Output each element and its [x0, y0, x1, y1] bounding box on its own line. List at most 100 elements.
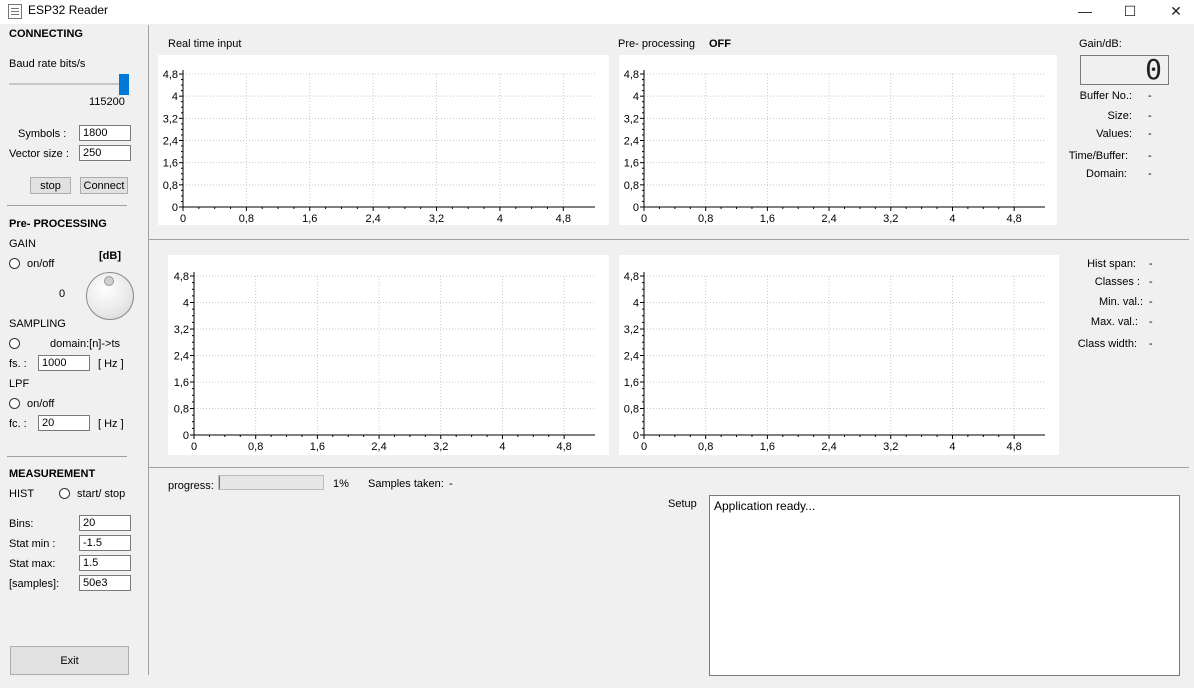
minimize-button[interactable]: — [1062, 0, 1108, 22]
classes-value: - [1149, 276, 1153, 288]
y-tick-label: 0,8 [624, 404, 639, 416]
x-tick-label: 3,2 [429, 213, 444, 225]
x-tick-label: 4 [949, 441, 955, 453]
samples-input[interactable]: 50e3 [79, 575, 131, 591]
baud-slider-handle[interactable] [119, 74, 129, 95]
samples-taken-label: Samples taken: [368, 478, 444, 490]
domain-info-label: Domain: [1086, 168, 1127, 180]
buffer-no-label: Buffer No.: [1079, 90, 1132, 102]
x-tick-label: 4 [949, 213, 955, 225]
separator [7, 205, 127, 206]
y-tick-label: 4,8 [624, 271, 639, 283]
x-tick-label: 0,8 [698, 213, 713, 225]
gain-value: 0 [59, 288, 66, 300]
y-tick-label: 4 [633, 298, 639, 310]
histogram-plot-left: 0 0,8 1,6 2,4 3,2 4 4,8 0 0,8 1,6 2,4 3,2 4 4,8 [168, 255, 609, 455]
x-tick-label: 3,2 [883, 441, 898, 453]
y-tick-label: 4,8 [624, 69, 639, 81]
x-tick-label: 1,6 [760, 213, 775, 225]
x-tick-label: 1,6 [310, 441, 325, 453]
lpf-onoff-radio[interactable] [9, 398, 20, 409]
maximize-button[interactable]: ☐ [1107, 0, 1153, 22]
y-tick-label: 3,2 [174, 324, 189, 336]
gain-lcd-display: 0 [1080, 55, 1169, 85]
preprocessing-heading: Pre- PROCESSING [9, 218, 107, 230]
y-tick-label: 2,4 [174, 351, 189, 363]
gain-lcd-value: 0 [1145, 53, 1162, 86]
preprocessing-plot: 0 0,8 1,6 2,4 3,2 4 4,8 0 0,8 1,6 2,4 3,2 4 4,8 [619, 55, 1057, 225]
close-button[interactable]: ✕ [1153, 0, 1194, 22]
stat-min-input[interactable]: -1.5 [79, 535, 131, 551]
y-tick-label: 4 [172, 91, 178, 103]
x-tick-label: 0,8 [248, 441, 263, 453]
vector-size-label: Vector size : [9, 148, 69, 160]
bins-label: Bins: [9, 518, 34, 530]
log-textarea[interactable]: Application ready... [709, 495, 1180, 676]
gain-onoff-radio[interactable] [9, 258, 20, 269]
baud-rate-label: Baud rate bits/s [9, 58, 86, 70]
max-val-label: Max. val.: [1090, 316, 1138, 328]
separator [7, 456, 127, 457]
sampling-label: SAMPLING [9, 318, 66, 330]
progress-label: progress: [168, 480, 214, 492]
x-tick-label: 1,6 [302, 213, 317, 225]
fs-input[interactable]: 1000 [38, 355, 90, 371]
progress-fill [219, 476, 220, 489]
stat-min-label: Stat min : [9, 538, 56, 550]
x-tick-label: 3,2 [883, 213, 898, 225]
gain-dial[interactable] [86, 272, 134, 320]
x-tick-label: 2,4 [821, 213, 836, 225]
window-title: ESP32 Reader [28, 3, 109, 17]
title-bar [0, 0, 1194, 24]
histogram-plot-right: 0 0,8 1,6 2,4 3,2 4 4,8 0 0,8 1,6 2,4 3,2 4 4,8 [619, 255, 1059, 455]
domain-radio[interactable] [9, 338, 20, 349]
y-tick-label: 2,4 [163, 136, 178, 148]
symbols-input[interactable]: 1800 [79, 125, 131, 141]
y-tick-label: 0,8 [174, 404, 189, 416]
x-tick-label: 4 [497, 213, 503, 225]
class-width-value: - [1149, 338, 1153, 350]
hist-label: HIST [9, 488, 35, 500]
progress-percent: 1% [333, 478, 349, 490]
bins-input[interactable]: 20 [79, 515, 131, 531]
domain-label: domain:[n]->ts [50, 338, 121, 350]
samples-taken-value: - [449, 478, 453, 490]
measurement-heading: MEASUREMENT [9, 468, 96, 480]
y-tick-label: 4 [633, 91, 639, 103]
y-tick-label: 4,8 [174, 271, 189, 283]
x-tick-label: 0 [641, 213, 647, 225]
gain-label: GAIN [9, 238, 36, 250]
preprocessing-plot-label: Pre- processing [618, 38, 696, 50]
fc-input[interactable]: 20 [38, 415, 90, 431]
y-tick-label: 3,2 [624, 113, 639, 125]
baud-rate-value: 115200 [89, 96, 125, 108]
preprocessing-state: OFF [709, 38, 731, 50]
app-icon [8, 4, 22, 19]
realtime-plot: 0 0,8 1,6 2,4 3,2 4 4,8 0 0,8 1,6 2,4 3,2 4 4,8 [158, 55, 609, 225]
x-tick-label: 4 [499, 441, 505, 453]
x-tick-label: 3,2 [433, 441, 448, 453]
y-tick-label: 2,4 [624, 351, 639, 363]
y-tick-label: 1,6 [163, 158, 178, 170]
buffer-no-value: - [1148, 90, 1152, 102]
x-tick-label: 4,8 [1007, 213, 1022, 225]
stat-max-input[interactable]: 1.5 [79, 555, 131, 571]
db-label: [dB] [99, 250, 121, 262]
vector-size-input[interactable]: 250 [79, 145, 131, 161]
x-tick-label: 0 [180, 213, 186, 225]
y-tick-label: 4,8 [163, 69, 178, 81]
y-tick-label: 3,2 [624, 324, 639, 336]
y-tick-label: 4 [183, 298, 189, 310]
exit-button[interactable]: Exit [10, 646, 129, 675]
stat-max-label: Stat max: [9, 558, 56, 570]
progress-bar [218, 475, 324, 490]
values-value: - [1148, 128, 1152, 140]
connect-button[interactable]: Connect [80, 177, 128, 194]
stop-button[interactable]: stop [30, 177, 71, 194]
realtime-plot-label: Real time input [168, 38, 242, 50]
hist-start-stop-radio[interactable] [59, 488, 70, 499]
x-tick-label: 1,6 [760, 441, 775, 453]
baud-slider-track[interactable] [9, 83, 129, 85]
fs-label: fs. : [9, 358, 27, 370]
dial-notch [104, 276, 114, 286]
